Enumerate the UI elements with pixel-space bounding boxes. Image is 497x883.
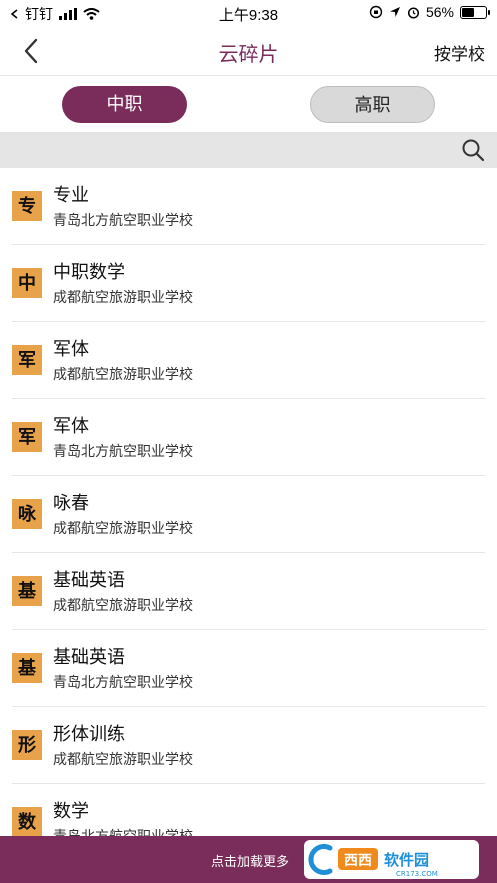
school-name: 青岛北方航空职业学校 (53, 212, 193, 228)
search-icon[interactable] (461, 138, 485, 162)
by-school-button[interactable]: 按学校 (434, 40, 485, 65)
page-title: 云碎片 (218, 44, 279, 66)
school-name: 成都航空旅游职业学校 (53, 366, 193, 382)
level-tabs: 中职 高职 (0, 77, 497, 132)
course-title: 专业 (53, 185, 89, 205)
rotation-lock-icon (369, 5, 383, 19)
tab-zhongzhi[interactable]: 中职 (62, 86, 187, 123)
course-title: 中职数学 (53, 262, 125, 282)
course-badge: 基 (12, 576, 42, 606)
course-title: 咏春 (53, 493, 89, 513)
school-name: 成都航空旅游职业学校 (53, 289, 193, 305)
nav-bar: 云碎片 按学校 (0, 26, 497, 76)
course-badge: 中 (12, 268, 42, 298)
battery-icon (460, 5, 490, 19)
school-name: 青岛北方航空职业学校 (53, 674, 193, 690)
list-item[interactable]: 中 中职数学 成都航空旅游职业学校 (12, 245, 485, 322)
course-title: 基础英语 (53, 647, 125, 667)
course-title: 形体训练 (53, 724, 125, 744)
school-name: 成都航空旅游职业学校 (53, 597, 193, 613)
course-badge: 咏 (12, 499, 42, 529)
watermark-logo: 西西 软件园 CR173.COM (304, 840, 479, 879)
svg-text:CR173.COM: CR173.COM (396, 870, 438, 878)
status-right: 56% (369, 4, 490, 20)
course-badge: 军 (12, 345, 42, 375)
load-more-button[interactable]: 点击加载更多 (211, 851, 289, 870)
list-item[interactable]: 数 数学 青岛北方航空职业学校 (12, 784, 485, 836)
list-item[interactable]: 咏 咏春 成都航空旅游职业学校 (12, 476, 485, 553)
list-item[interactable]: 军 军体 青岛北方航空职业学校 (12, 399, 485, 476)
course-title: 军体 (53, 416, 89, 436)
list-item[interactable]: 专 专业 青岛北方航空职业学校 (12, 168, 485, 245)
load-more-bar: 点击加载更多 西西 软件园 CR173.COM (0, 836, 497, 883)
course-title: 基础英语 (53, 570, 125, 590)
list-item[interactable]: 基 基础英语 青岛北方航空职业学校 (12, 630, 485, 707)
course-badge: 基 (12, 653, 42, 683)
location-icon (389, 7, 400, 17)
svg-text:西西: 西西 (344, 853, 372, 869)
alarm-icon (407, 6, 420, 19)
tab-gaozhi[interactable]: 高职 (310, 86, 435, 123)
svg-text:软件园: 软件园 (384, 851, 429, 869)
search-bar[interactable] (0, 132, 497, 168)
school-name: 青岛北方航空职业学校 (53, 828, 193, 836)
list-item[interactable]: 军 军体 成都航空旅游职业学校 (12, 322, 485, 399)
course-badge: 专 (12, 191, 42, 221)
course-list: 专 专业 青岛北方航空职业学校 中 中职数学 成都航空旅游职业学校 军 军体 成… (0, 168, 497, 836)
battery-percent: 56% (425, 4, 454, 20)
school-name: 青岛北方航空职业学校 (53, 443, 193, 459)
school-name: 成都航空旅游职业学校 (53, 520, 193, 536)
course-badge: 军 (12, 422, 42, 452)
course-badge: 数 (12, 807, 42, 836)
course-title: 数学 (53, 801, 89, 821)
course-title: 军体 (53, 339, 89, 359)
school-name: 成都航空旅游职业学校 (53, 751, 193, 767)
list-item[interactable]: 形 形体训练 成都航空旅游职业学校 (12, 707, 485, 784)
status-bar: 钉钉 上午9:38 56% (0, 0, 497, 26)
course-badge: 形 (12, 730, 42, 760)
list-item[interactable]: 基 基础英语 成都航空旅游职业学校 (12, 553, 485, 630)
